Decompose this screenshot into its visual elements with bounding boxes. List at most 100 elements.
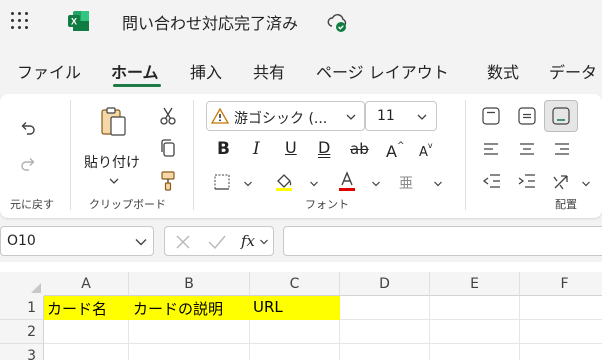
redo-icon[interactable] <box>18 154 38 174</box>
font-group-label: フォント <box>305 198 349 211</box>
warning-icon <box>211 107 229 124</box>
font-color-icon[interactable] <box>336 170 358 192</box>
cell-a1[interactable]: カード名 <box>47 298 107 319</box>
chevron-down-icon[interactable] <box>259 238 269 246</box>
orientation-icon[interactable] <box>551 172 573 192</box>
app-launcher-icon[interactable] <box>10 11 30 31</box>
cell-a2[interactable] <box>44 320 129 344</box>
ribbon-tabs: ファイル ホーム 挿入 共有 ページ レイアウト 数式 データ <box>0 56 602 88</box>
tab-home[interactable]: ホーム <box>111 59 159 83</box>
align-right-icon[interactable] <box>552 140 572 158</box>
chevron-down-icon[interactable] <box>416 112 428 122</box>
underline-button[interactable]: U <box>285 138 297 157</box>
paste-button[interactable]: 貼り付け <box>84 152 140 172</box>
shrink-font-button[interactable]: Av <box>419 141 433 160</box>
chevron-down-icon[interactable] <box>345 112 357 122</box>
cell-e2[interactable] <box>430 320 520 344</box>
clipboard-group-label: クリップボード <box>89 198 166 211</box>
cell-f1[interactable] <box>520 296 602 320</box>
alignment-group-label: 配置 <box>555 198 577 211</box>
cell-c2[interactable] <box>250 320 340 344</box>
column-header-b[interactable]: B <box>129 272 250 296</box>
select-all-corner[interactable] <box>0 272 44 296</box>
cell-d1[interactable] <box>340 296 430 320</box>
cell-b3[interactable] <box>129 344 250 360</box>
cell-f3[interactable] <box>520 344 602 360</box>
ribbon: 元に戻す 貼り付け クリップボード 游ゴシック (... 11 B I U D … <box>0 94 602 218</box>
chevron-down-icon[interactable] <box>134 237 148 247</box>
title-bar: X 問い合わせ対応完了済み <box>0 0 602 42</box>
excel-icon[interactable]: X <box>67 9 91 33</box>
align-middle-icon[interactable] <box>516 105 538 127</box>
chevron-down-icon[interactable] <box>309 180 319 188</box>
cut-icon[interactable] <box>158 106 178 126</box>
font-name-value: 游ゴシック (... <box>234 111 328 127</box>
enter-check-icon[interactable] <box>207 233 227 251</box>
select-all-icon <box>31 283 41 293</box>
fill-color-icon[interactable] <box>273 170 295 192</box>
cell-c3[interactable] <box>250 344 340 360</box>
tab-page-layout[interactable]: ページ レイアウト <box>316 59 449 83</box>
cell-d3[interactable] <box>340 344 430 360</box>
tab-formulas[interactable]: 数式 <box>487 59 519 83</box>
cell-a3[interactable] <box>44 344 129 360</box>
increase-indent-icon[interactable] <box>516 172 538 190</box>
phonetic-guide-button[interactable]: 亜 <box>399 173 413 193</box>
group-divider <box>70 100 71 210</box>
format-painter-icon[interactable] <box>158 170 178 192</box>
cell-e3[interactable] <box>430 344 520 360</box>
column-header-f[interactable]: F <box>520 272 602 296</box>
caret-up-icon: ^ <box>396 141 405 151</box>
align-center-icon[interactable] <box>517 140 537 158</box>
chevron-down-icon[interactable] <box>371 180 381 188</box>
cell-d2[interactable] <box>340 320 430 344</box>
formula-input[interactable] <box>283 226 602 256</box>
align-bottom-button[interactable] <box>544 100 578 132</box>
worksheet-grid[interactable]: A B C D E F 1 2 3 カード名 カードの説明 URL <box>0 262 602 360</box>
grow-font-button[interactable]: A^ <box>386 141 405 161</box>
shrink-font-label: A <box>419 145 428 160</box>
decrease-indent-icon[interactable] <box>481 172 503 190</box>
undo-group-label: 元に戻す <box>10 198 54 211</box>
column-header-d[interactable]: D <box>340 272 430 296</box>
font-size-dropdown[interactable]: 11 <box>365 101 437 131</box>
italic-button[interactable]: I <box>253 139 260 159</box>
row-header-2[interactable]: 2 <box>0 320 44 344</box>
row-header-1[interactable]: 1 <box>0 296 44 320</box>
bold-button[interactable]: B <box>217 139 230 159</box>
cell-b2[interactable] <box>129 320 250 344</box>
chevron-down-icon[interactable] <box>433 180 443 188</box>
font-name-dropdown[interactable]: 游ゴシック (... <box>206 101 365 131</box>
name-box[interactable]: O10 <box>0 226 154 256</box>
column-header-e[interactable]: E <box>430 272 520 296</box>
column-header-c[interactable]: C <box>250 272 340 296</box>
group-divider <box>193 100 194 210</box>
undo-icon[interactable] <box>18 118 38 138</box>
tab-file[interactable]: ファイル <box>17 59 81 83</box>
column-header-a[interactable]: A <box>44 272 129 296</box>
cloud-saved-icon[interactable] <box>326 10 350 34</box>
tab-data[interactable]: データ <box>549 59 597 83</box>
caret-down-icon: v <box>427 141 433 150</box>
chevron-down-icon[interactable] <box>108 176 120 186</box>
insert-function-button[interactable]: fx <box>241 232 255 250</box>
chevron-down-icon[interactable] <box>243 180 253 188</box>
borders-icon[interactable] <box>212 172 232 192</box>
cell-c1[interactable]: URL <box>253 298 283 316</box>
cancel-icon[interactable] <box>174 233 192 251</box>
tab-insert[interactable]: 挿入 <box>190 59 222 83</box>
align-top-icon[interactable] <box>480 105 502 127</box>
tab-share[interactable]: 共有 <box>253 59 285 83</box>
chevron-down-icon[interactable] <box>581 180 591 188</box>
copy-icon[interactable] <box>158 138 178 158</box>
cell-b1[interactable]: カードの説明 <box>133 298 223 319</box>
document-title[interactable]: 問い合わせ対応完了済み <box>122 10 298 34</box>
cell-e1[interactable] <box>430 296 520 320</box>
row-header-3[interactable]: 3 <box>0 344 44 360</box>
paste-icon[interactable] <box>99 106 129 138</box>
strikethrough-button[interactable]: ab <box>350 140 369 158</box>
double-underline-button[interactable]: D <box>318 138 330 157</box>
svg-text:X: X <box>71 17 77 27</box>
cell-f2[interactable] <box>520 320 602 344</box>
align-left-icon[interactable] <box>481 140 501 158</box>
